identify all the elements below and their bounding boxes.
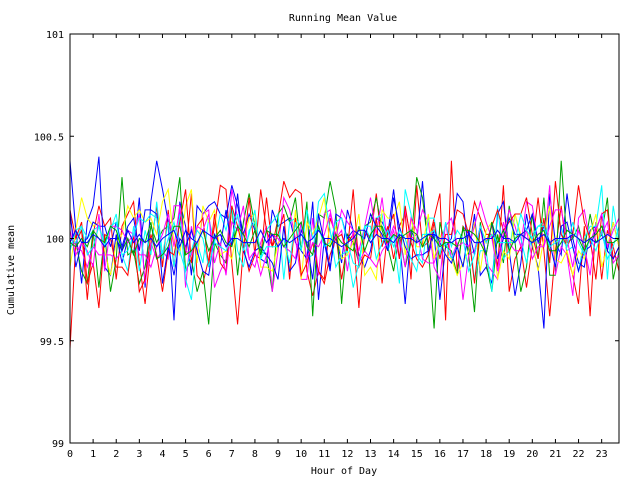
y-tick-label: 100	[46, 235, 64, 246]
x-tick-label: 11	[318, 449, 330, 460]
x-axis-label: Hour of Day	[311, 466, 377, 477]
x-tick-label: 6	[206, 449, 212, 460]
y-tick-label: 99.5	[40, 337, 64, 348]
y-axis-label: Cumulative mean	[6, 225, 17, 315]
x-tick-label: 10	[295, 449, 307, 460]
x-tick-label: 9	[275, 449, 281, 460]
y-tick-label: 100.5	[34, 132, 64, 143]
x-tick-label: 18	[480, 449, 492, 460]
x-tick-label: 3	[136, 449, 142, 460]
x-tick-label: 21	[549, 449, 561, 460]
x-tick-label: 5	[183, 449, 189, 460]
x-tick-label: 15	[411, 449, 423, 460]
x-tick-label: 20	[526, 449, 538, 460]
x-tick-label: 22	[573, 449, 585, 460]
x-tick-label: 13	[364, 449, 376, 460]
x-tick-label: 12	[341, 449, 353, 460]
x-tick-label: 7	[229, 449, 235, 460]
running-mean-chart: Running Mean Value 9999.5100100.51010 1 2 3…	[0, 0, 640, 480]
x-tick-label: 16	[434, 449, 446, 460]
y-tick-label: 101	[46, 30, 64, 41]
x-tick-label: 1	[90, 449, 96, 460]
x-tick-label: 14	[388, 449, 400, 460]
x-tick-label: 8	[252, 449, 258, 460]
x-tick-label: 17	[457, 449, 469, 460]
x-tick-label: 4	[159, 449, 165, 460]
x-tick-label: 0	[67, 449, 73, 460]
x-tick-label: 2	[113, 449, 119, 460]
x-tick-label: 19	[503, 449, 515, 460]
x-tick-label: 23	[596, 449, 608, 460]
y-tick-label: 99	[52, 439, 64, 450]
chart-title: Running Mean Value	[289, 13, 397, 24]
